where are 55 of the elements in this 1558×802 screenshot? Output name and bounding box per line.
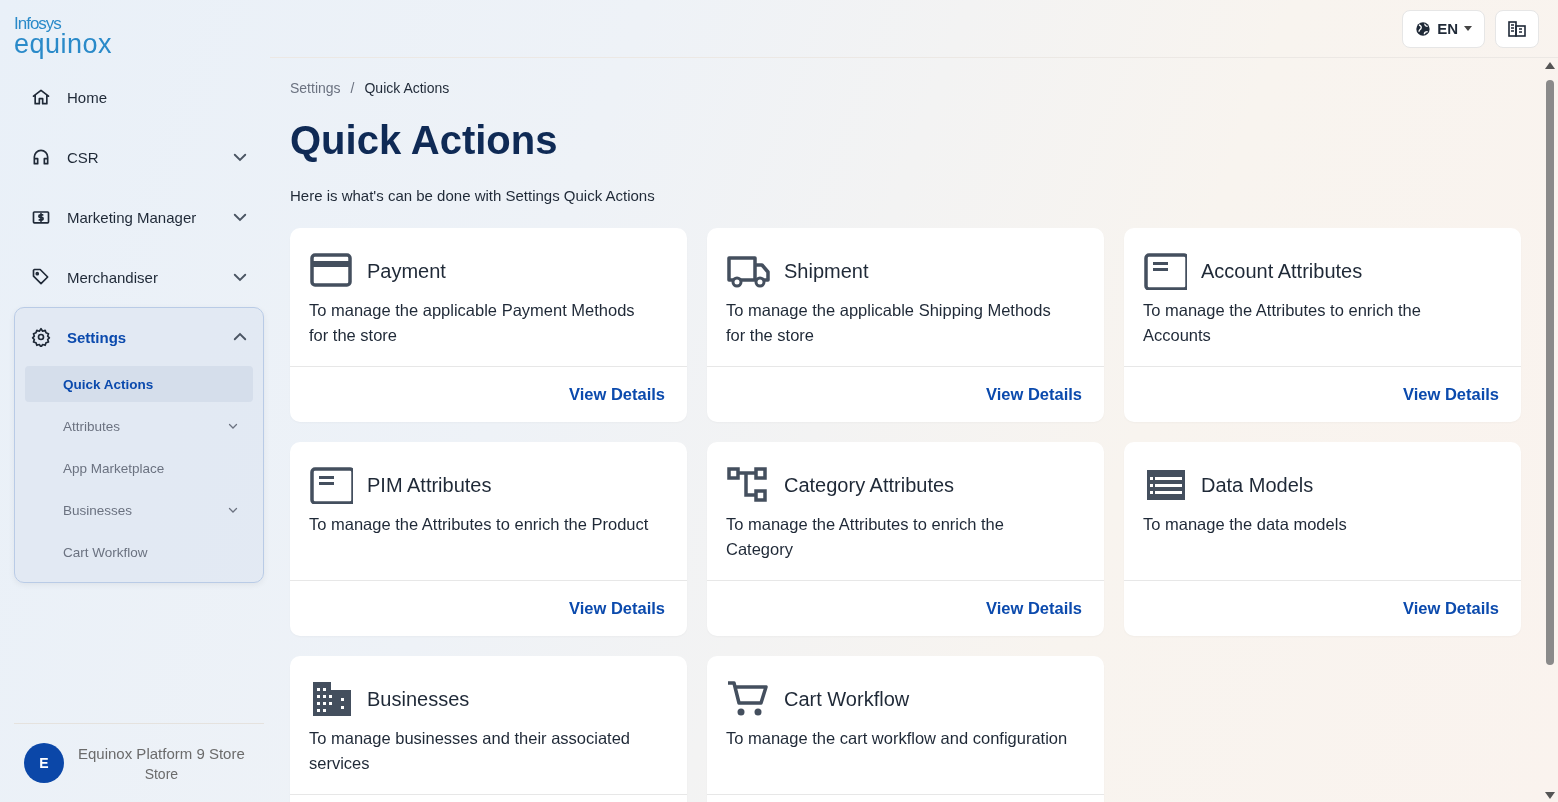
- avatar: E: [24, 743, 64, 783]
- nav-subitem[interactable]: Businesses: [25, 492, 253, 528]
- card-description: To manage the applicable Payment Methods for the store: [309, 300, 636, 346]
- headset-icon: [31, 147, 51, 167]
- window-icon: [1143, 252, 1187, 290]
- nav-subitem[interactable]: Cart Workflow: [25, 534, 253, 570]
- card-title: Shipment: [784, 259, 869, 283]
- card-description: To manage businesses and their associated services: [309, 728, 632, 774]
- window-icon: [309, 466, 353, 504]
- card-description: To manage the cart workflow and configuration: [726, 728, 1069, 749]
- card-title: Payment: [367, 259, 446, 283]
- nav-item[interactable]: Home: [15, 68, 263, 126]
- view-details-link[interactable]: View Details: [569, 599, 665, 618]
- card-title: Account Attributes: [1201, 259, 1363, 283]
- cart-icon: [726, 680, 770, 718]
- card-description: To manage the data models: [1143, 514, 1348, 535]
- home-icon: [31, 87, 51, 107]
- card-description: To manage the Attributes to enrich the Accounts: [1143, 300, 1422, 346]
- tag-icon: [31, 267, 51, 287]
- nav-subitem[interactable]: App Marketplace: [25, 450, 253, 486]
- store-role: Store: [144, 765, 179, 782]
- breadcrumb-link[interactable]: Settings: [290, 80, 341, 96]
- language-button[interactable]: EN: [1402, 9, 1485, 48]
- nav-subitem[interactable]: Attributes: [25, 408, 253, 444]
- credit-card-icon: [309, 252, 353, 290]
- nav-item[interactable]: CSR: [15, 128, 263, 186]
- caret-icon: [1464, 26, 1472, 31]
- page-title: Quick Actions: [290, 118, 559, 163]
- view-details-link[interactable]: View Details: [986, 385, 1082, 404]
- card-title: Category Attributes: [784, 473, 955, 497]
- view-details-link[interactable]: View Details: [1403, 385, 1499, 404]
- nav-subitem[interactable]: Quick Actions: [25, 366, 253, 402]
- card-title: Cart Workflow: [784, 687, 910, 711]
- nav-item[interactable]: Marketing Manager: [15, 188, 263, 246]
- card-description: To manage the applicable Shipping Methods for the store: [726, 300, 1052, 346]
- breadcrumb-separator: /: [350, 80, 355, 96]
- page-subtitle: Here is what's can be done with Settings Quick Actions: [290, 187, 656, 204]
- card-title: Data Models: [1201, 473, 1314, 497]
- building-button[interactable]: [1495, 9, 1539, 48]
- card-description: To manage the Attributes to enrich the Category: [726, 514, 1005, 560]
- settings-icon: [31, 327, 51, 347]
- hierarchy-icon: [726, 466, 770, 504]
- nav-item[interactable]: Settings: [15, 308, 263, 366]
- globe-icon: [1415, 20, 1432, 37]
- card-title: PIM Attributes: [367, 473, 492, 497]
- breadcrumb-current: Quick Actions: [364, 80, 450, 96]
- nav-item[interactable]: Merchandiser: [15, 248, 263, 306]
- store-name: Equinox Platform 9 Store: [78, 744, 245, 762]
- card-description: To manage the Attributes to enrich the Product: [309, 514, 650, 535]
- view-details-link[interactable]: View Details: [1403, 599, 1499, 618]
- building-icon: [1508, 20, 1526, 37]
- card-title: Businesses: [367, 687, 470, 711]
- view-details-link[interactable]: View Details: [569, 385, 665, 404]
- logo: Infosys equinox: [14, 13, 114, 61]
- view-details-link[interactable]: View Details: [986, 599, 1082, 618]
